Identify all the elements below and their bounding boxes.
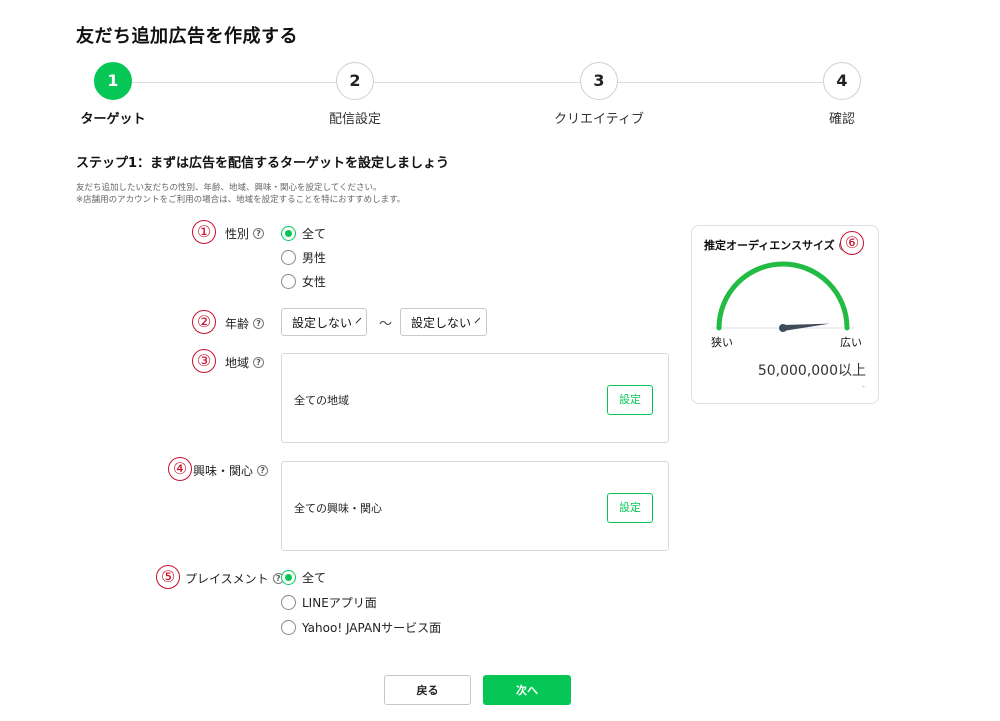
gender-option-female[interactable]: 女性	[281, 273, 326, 290]
placement-option-label: Yahoo! JAPANサービス面	[302, 621, 442, 635]
help-icon[interactable]: ?	[253, 318, 265, 329]
audience-size-sub: -	[862, 382, 865, 391]
radio-checked-icon[interactable]	[281, 570, 296, 585]
help-icon[interactable]: ?	[253, 228, 265, 239]
placement-label-row: プレイスメント ?	[185, 570, 284, 587]
gender-option-label: 全て	[302, 227, 327, 241]
age-to-select[interactable]: 設定しない	[400, 308, 487, 336]
step-label: クリエイティブ	[554, 112, 644, 127]
placement-label: プレイスメント	[185, 572, 269, 586]
step-label: 配信設定	[328, 112, 381, 127]
step-number: 4	[823, 62, 861, 100]
interests-label-row: 興味・関心 ?	[193, 462, 269, 479]
chevron-down-icon	[355, 317, 362, 323]
placement-option-line[interactable]: LINEアプリ面	[281, 594, 377, 611]
next-button[interactable]: 次へ	[483, 675, 571, 705]
age-label: 年齢	[225, 317, 250, 331]
radio-icon[interactable]	[281, 595, 296, 610]
gender-option-label: 男性	[302, 251, 327, 265]
help-icon[interactable]: ?	[253, 357, 265, 368]
audience-gauge	[712, 261, 854, 332]
age-label-row: 年齢 ?	[225, 315, 265, 332]
radio-icon[interactable]	[281, 274, 296, 289]
description-line: 友だち追加したい友だちの性別、年齢、地域、興味・関心を設定してください。	[76, 183, 382, 193]
annotation-marker-3: ③	[192, 349, 216, 373]
chevron-down-icon	[474, 317, 481, 323]
region-box: 全ての地域 設定	[281, 353, 669, 443]
back-button[interactable]: 戻る	[384, 675, 471, 705]
region-set-button[interactable]: 設定	[607, 385, 653, 415]
placement-option-all[interactable]: 全て	[281, 569, 326, 586]
interests-box: 全ての興味・関心 設定	[281, 461, 669, 551]
step-label: 確認	[828, 112, 855, 127]
gauge-pivot	[779, 324, 787, 332]
gauge-arc	[716, 261, 850, 331]
gender-option-label: 女性	[302, 275, 327, 289]
region-label-row: 地域 ?	[225, 354, 265, 371]
gender-option-male[interactable]: 男性	[281, 249, 326, 266]
audience-size-value: 50,000,000以上	[757, 363, 866, 379]
gauge-wide-label: 広い	[840, 336, 862, 349]
age-from-value: 設定しない	[292, 315, 353, 330]
interests-value: 全ての興味・関心	[294, 502, 382, 515]
radio-icon[interactable]	[281, 620, 296, 635]
audience-title-row: 推定オーディエンスサイズ ?	[704, 237, 850, 253]
region-label: 地域	[225, 356, 250, 370]
placement-option-yahoo[interactable]: Yahoo! JAPANサービス面	[281, 619, 441, 636]
age-to-value: 設定しない	[411, 315, 472, 330]
gender-label: 性別	[225, 227, 250, 241]
description-line: ※店舗用のアカウントをご利用の場合は、地域を設定することを特におすすめします。	[76, 195, 406, 205]
region-value: 全ての地域	[294, 394, 349, 407]
radio-checked-icon[interactable]	[281, 226, 296, 241]
interests-label: 興味・関心	[193, 464, 254, 478]
audience-title: 推定オーディエンスサイズ	[704, 239, 835, 252]
age-range-separator: ～	[379, 317, 393, 332]
age-from-select[interactable]: 設定しない	[281, 308, 367, 336]
annotation-marker-4: ④	[168, 457, 192, 481]
step-number: 2	[336, 62, 374, 100]
step-heading: ステップ1：まずは広告を配信するターゲットを設定しましょう	[76, 156, 450, 171]
gender-label-row: 性別 ?	[225, 225, 265, 242]
step-number: 3	[580, 62, 618, 100]
interests-set-button[interactable]: 設定	[607, 493, 653, 523]
annotation-marker-6: ⑥	[840, 231, 864, 255]
step-description: 友だち追加したい友だちの性別、年齢、地域、興味・関心を設定してください。 ※店舗…	[76, 182, 405, 206]
step-number: 1	[94, 62, 132, 100]
step-confirm: 4 確認	[782, 62, 902, 127]
radio-icon[interactable]	[281, 250, 296, 265]
step-label: ターゲット	[80, 112, 146, 127]
annotation-marker-2: ②	[192, 310, 216, 334]
page-title: 友だち追加広告を作成する	[76, 26, 298, 47]
stepper: 1 ターゲット 2 配信設定 3 クリエイティブ 4 確認	[0, 62, 1000, 132]
gauge-narrow-label: 狭い	[711, 336, 733, 349]
annotation-marker-5: ⑤	[156, 565, 180, 589]
step-creative: 3 クリエイティブ	[539, 62, 659, 127]
gender-option-all[interactable]: 全て	[281, 225, 326, 242]
gauge-needle	[782, 323, 830, 331]
step-delivery: 2 配信設定	[295, 62, 415, 127]
annotation-marker-1: ①	[192, 220, 216, 244]
step-target: 1 ターゲット	[53, 62, 173, 127]
help-icon[interactable]: ?	[257, 465, 269, 476]
placement-option-label: LINEアプリ面	[302, 596, 377, 610]
placement-option-label: 全て	[302, 571, 327, 585]
